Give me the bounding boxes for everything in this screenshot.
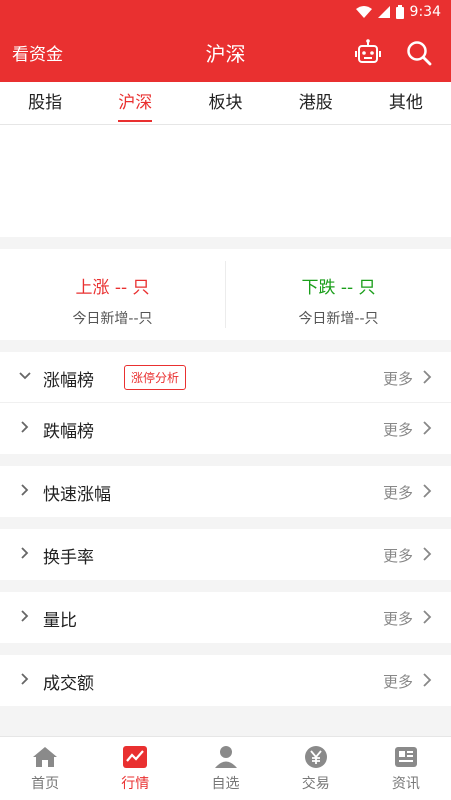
nav-watchlist[interactable]: 自选	[180, 737, 270, 800]
status-bar: 9:34	[0, 0, 451, 24]
list-row-volume-ratio[interactable]: 量比 更多	[0, 592, 451, 643]
list-row-fast-rise[interactable]: 快速涨幅 更多	[0, 466, 451, 517]
more-link[interactable]: 更多	[383, 482, 413, 503]
advance-decline-summary: 上涨 -- 只 今日新增--只 下跌 -- 只 今日新增--只	[0, 249, 451, 340]
list-row-label: 成交额	[43, 674, 94, 694]
nav-label: 行情	[121, 776, 150, 792]
chevron-down-icon	[19, 372, 31, 380]
chevron-right-icon	[423, 370, 432, 384]
chevron-right-icon	[21, 610, 29, 622]
list-row-gainers[interactable]: 涨幅榜 涨停分析 更多	[0, 352, 451, 403]
status-time: 9:34	[409, 4, 441, 20]
chevron-right-icon	[423, 673, 432, 687]
chevron-right-icon	[423, 421, 432, 435]
nav-label: 资讯	[391, 776, 420, 792]
yen-coin-icon	[304, 746, 327, 768]
tab-sector[interactable]: 板块	[180, 82, 270, 124]
chevron-right-icon	[423, 610, 432, 624]
more-link[interactable]: 更多	[383, 545, 413, 566]
market-tabs: 股指 沪深 板块 港股 其他	[0, 82, 451, 125]
chevron-right-icon	[423, 484, 432, 498]
person-icon	[214, 746, 237, 768]
list-row-label: 快速涨幅	[43, 485, 111, 505]
home-icon	[33, 747, 58, 767]
list-row-label: 换手率	[43, 548, 94, 568]
list-row-losers[interactable]: 跌幅榜 更多	[0, 403, 451, 454]
news-icon	[394, 747, 417, 767]
chevron-right-icon	[423, 547, 432, 561]
signal-icon	[377, 6, 390, 18]
list-row-turnover-rate[interactable]: 换手率 更多	[0, 529, 451, 580]
advance-count: 上涨 -- 只	[75, 278, 150, 298]
chevron-right-icon	[21, 421, 29, 433]
app-header: 看资金 沪深	[0, 24, 451, 82]
tab-other[interactable]: 其他	[361, 82, 451, 124]
nav-trade[interactable]: 交易	[271, 737, 361, 800]
wifi-icon	[355, 6, 372, 18]
battery-icon	[395, 5, 404, 19]
list-row-label: 跌幅榜	[43, 422, 94, 442]
nav-market[interactable]: 行情	[90, 737, 180, 800]
decline-new-today: 今日新增--只	[298, 311, 379, 327]
index-panel	[0, 125, 451, 237]
nav-home[interactable]: 首页	[0, 737, 90, 800]
advance-column[interactable]: 上涨 -- 只 今日新增--只	[0, 249, 225, 340]
tab-index[interactable]: 股指	[0, 82, 90, 124]
list-row-label: 涨幅榜	[43, 371, 94, 391]
robot-icon[interactable]	[353, 38, 383, 68]
advance-new-today: 今日新增--只	[72, 311, 153, 327]
more-link[interactable]: 更多	[383, 608, 413, 629]
limit-up-analysis-button[interactable]: 涨停分析	[124, 365, 187, 390]
more-link[interactable]: 更多	[383, 419, 413, 440]
nav-label: 自选	[211, 776, 240, 792]
market-chart-icon	[123, 746, 148, 768]
page-title: 沪深	[205, 42, 246, 66]
decline-column[interactable]: 下跌 -- 只 今日新增--只	[226, 249, 451, 340]
tab-hk-stocks[interactable]: 港股	[271, 82, 361, 124]
chevron-right-icon	[21, 484, 29, 496]
list-row-label: 量比	[43, 611, 77, 631]
nav-label: 交易	[301, 776, 330, 792]
chevron-right-icon	[21, 547, 29, 559]
nav-news[interactable]: 资讯	[361, 737, 451, 800]
search-icon[interactable]	[404, 38, 434, 68]
nav-label: 首页	[31, 776, 60, 792]
list-row-turnover-amount[interactable]: 成交额 更多	[0, 655, 451, 706]
decline-count: 下跌 -- 只	[301, 278, 376, 298]
more-link[interactable]: 更多	[383, 368, 413, 389]
more-link[interactable]: 更多	[383, 671, 413, 692]
bottom-nav: 首页 行情 自选 交易 资讯	[0, 736, 451, 800]
tab-hushen[interactable]: 沪深	[90, 82, 180, 124]
chevron-right-icon	[21, 673, 29, 685]
